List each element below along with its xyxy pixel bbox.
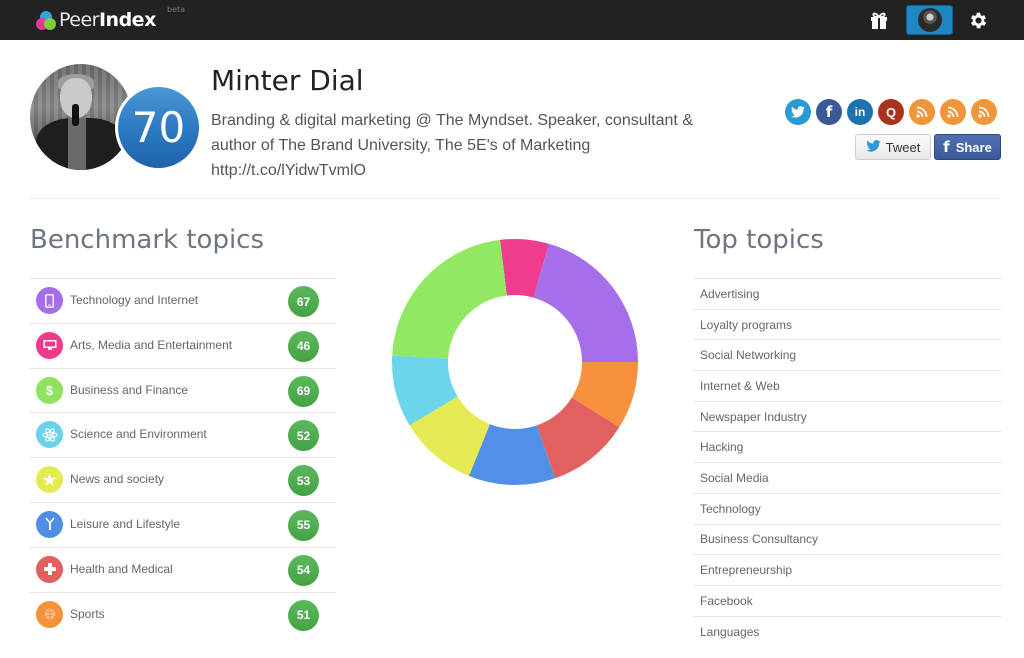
rss-icon[interactable] [909, 99, 935, 125]
benchmark-topic-score: 46 [288, 330, 319, 362]
benchmark-topic-row[interactable]: Health and Medical 54 [29, 548, 336, 593]
logo-mark-icon [36, 10, 56, 30]
top-topic-item[interactable]: Technology [693, 494, 1001, 525]
mobile-phone-icon [36, 287, 63, 314]
monitor-icon [36, 331, 63, 359]
benchmark-topic-row[interactable]: Leisure and Lifestyle 55 [29, 503, 336, 548]
medical-cross-icon [36, 555, 63, 583]
benchmark-topic-row[interactable]: Science and Environment 52 [29, 413, 336, 459]
top-topic-item[interactable]: Internet & Web [693, 371, 1001, 402]
tweet-button[interactable]: Tweet [855, 134, 931, 160]
benchmark-donut-chart [392, 239, 638, 485]
top-topics-heading: Top topics [694, 225, 824, 255]
benchmark-topic-score: 67 [288, 286, 319, 317]
top-topics-list: Advertising Loyalty programs Social Netw… [693, 278, 1001, 647]
peerindex-logo[interactable]: PeerIndex beta [36, 5, 185, 33]
tweet-label: Tweet [885, 139, 921, 155]
top-topic-item[interactable]: Social Networking [693, 340, 1001, 372]
benchmark-topic-score: 55 [288, 509, 319, 541]
benchmark-topics-heading: Benchmark topics [30, 225, 265, 255]
beta-badge: beta [167, 5, 186, 14]
bio-line: author of The Brand University, The 5E's… [211, 137, 591, 154]
facebook-icon[interactable]: f [816, 99, 842, 125]
facebook-share-button[interactable]: f Share [934, 134, 1001, 160]
benchmark-topic-score: 53 [288, 465, 319, 497]
top-topic-item[interactable]: Social Media [693, 463, 1001, 494]
top-topic-item[interactable]: Newspaper Industry [693, 402, 1001, 433]
benchmark-topics-list: Technology and Internet 67 Arts, Media a… [29, 278, 336, 637]
social-links: f in Q [785, 99, 997, 125]
user-avatar [917, 8, 942, 32]
dollar-icon: $ [36, 376, 63, 404]
atom-icon [36, 421, 63, 449]
rss-icon[interactable] [971, 99, 997, 125]
section-divider [29, 198, 1000, 199]
linkedin-icon[interactable]: in [847, 99, 873, 125]
peerindex-score-badge: 70 [115, 84, 202, 171]
twitter-icon[interactable] [785, 99, 811, 125]
bio-link[interactable]: http://t.co/lYidwTvmlO [211, 158, 751, 183]
logo-text-light: Peer [59, 9, 99, 31]
profile-bio: Branding & digital marketing @ The Mynds… [211, 108, 751, 183]
benchmark-topic-label: Technology and Internet [70, 293, 199, 307]
benchmark-topic-label: Leisure and Lifestyle [70, 516, 181, 531]
user-avatar-button[interactable] [906, 5, 953, 35]
logo-text-bold: Index [98, 9, 156, 31]
facebook-f-icon: f [943, 138, 950, 156]
top-topic-item[interactable]: Business Consultancy [693, 525, 1001, 556]
benchmark-topic-label: Sports [70, 606, 105, 621]
donut-slice-business-and-finance[interactable] [392, 239, 507, 359]
rss-icon[interactable] [940, 99, 966, 125]
benchmark-topic-score: 51 [288, 599, 319, 631]
bio-line: Branding & digital marketing @ The Mynds… [211, 112, 693, 129]
quora-icon[interactable]: Q [878, 99, 904, 125]
benchmark-topic-row[interactable]: Technology and Internet 67 [29, 279, 336, 324]
benchmark-topic-label: Science and Environment [70, 427, 207, 442]
top-topic-item[interactable]: Facebook [693, 586, 1001, 617]
benchmark-topic-label: Arts, Media and Entertainment [70, 337, 233, 352]
top-topic-item[interactable]: Loyalty programs [693, 310, 1001, 341]
donut-slice-technology-and-internet[interactable] [533, 243, 638, 362]
logo-text: PeerIndex [59, 9, 156, 31]
twitter-bird-icon [865, 139, 881, 155]
top-topic-item[interactable]: Advertising [693, 279, 1001, 310]
benchmark-topic-row[interactable]: Arts, Media and Entertainment 46 [29, 324, 336, 369]
benchmark-topic-label: Health and Medical [70, 561, 173, 576]
top-topic-item[interactable]: Languages [693, 617, 1001, 648]
top-topic-item[interactable]: Entrepreneurship [693, 555, 1001, 586]
gear-icon[interactable] [968, 10, 989, 31]
profile-name: Minter Dial [211, 64, 364, 97]
cocktail-icon [36, 510, 63, 538]
top-topic-item[interactable]: Hacking [693, 432, 1001, 464]
benchmark-topic-score: 54 [288, 554, 319, 586]
benchmark-topic-score: 52 [288, 420, 319, 452]
star-icon: ★ [36, 466, 63, 494]
ball-icon [36, 600, 63, 628]
top-nav-bar: PeerIndex beta [0, 0, 1024, 40]
benchmark-topic-score: 69 [288, 375, 319, 407]
benchmark-topic-label: Business and Finance [70, 382, 189, 397]
gift-icon[interactable] [869, 10, 889, 30]
benchmark-topic-row[interactable]: ★ News and society 53 [29, 458, 336, 503]
share-label: Share [955, 139, 992, 155]
benchmark-topic-row[interactable]: Sports 51 [29, 593, 336, 638]
benchmark-topic-label: News and society [70, 472, 165, 487]
benchmark-topic-row[interactable]: $ Business and Finance 69 [29, 369, 336, 414]
score-value: 70 [118, 87, 199, 168]
